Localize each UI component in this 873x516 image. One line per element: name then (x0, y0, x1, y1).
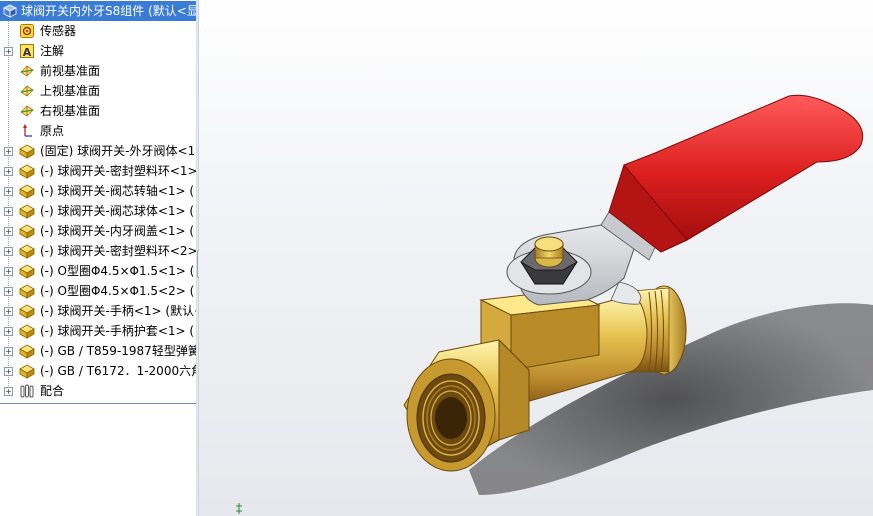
tree-item[interactable]: + (-) 球阀开关-密封塑料环<2> (0, 241, 196, 261)
tree-item[interactable]: + (-) 球阀开关-密封塑料环<1> ( (0, 161, 196, 181)
tree-item[interactable]: 原点 (0, 121, 196, 141)
expand-toggle-icon[interactable]: + (4, 247, 13, 256)
tree-item[interactable]: + (-) 球阀开关-阀芯转轴<1> ( (0, 181, 196, 201)
feature-manager-tree: 球阀开关内外牙S8组件 (默认<显 传感器 + A 注解前视基准面上视基准面右视基准面… (0, 0, 196, 516)
tree-item-label: (-) O型圈Φ4.5×Φ1.5<1> ( (40, 264, 195, 278)
sensor-icon (20, 24, 34, 38)
tree-item[interactable]: + (-) 球阀开关-内牙阀盖<1> ( (0, 221, 196, 241)
tree-item-label: (-) GB / T859-1987轻型弹簧 (40, 344, 196, 358)
part-icon (19, 244, 35, 259)
tree-item-label: 配合 (40, 384, 65, 398)
svg-text:A: A (23, 46, 32, 59)
tree-item[interactable]: + (-) 球阀开关-手柄护套<1> ( (0, 321, 196, 341)
expand-toggle-icon[interactable]: + (4, 387, 13, 396)
tree-item-label: (-) 球阀开关-密封塑料环<2> (40, 244, 196, 258)
expand-toggle-icon[interactable]: + (4, 287, 13, 296)
expand-toggle-icon[interactable]: + (4, 327, 13, 336)
plane-icon (20, 105, 34, 117)
tree-item[interactable]: + (-) 球阀开关-手柄<1> (默认< (0, 301, 196, 321)
origin-icon (23, 124, 32, 137)
tree-item-label: 原点 (40, 124, 65, 138)
tree-item[interactable]: + (-) GB / T859-1987轻型弹簧 (0, 341, 196, 361)
tree-item-label: (-) 球阀开关-内牙阀盖<1> ( (40, 224, 195, 238)
part-icon (19, 204, 35, 219)
expand-toggle-icon[interactable]: + (4, 187, 13, 196)
tree-item-label: 传感器 (40, 24, 77, 38)
part-icon (19, 344, 35, 359)
tree-item[interactable]: + 配合 (0, 381, 196, 401)
tree-item-label: (-) 球阀开关-手柄<1> (默认< (40, 304, 196, 318)
part-icon (19, 224, 35, 239)
part-icon (19, 164, 35, 179)
expand-toggle-icon[interactable]: + (4, 167, 13, 176)
expand-toggle-icon[interactable]: + (4, 367, 13, 376)
tree-item-label: (-) GB / T6172．1-2000六角 (40, 364, 196, 378)
tree-item[interactable]: + A 注解 (0, 41, 196, 61)
tree-item-label: (-) 球阀开关-手柄护套<1> ( (40, 324, 195, 338)
part-icon (19, 364, 35, 379)
tree-item-label: (-) 球阀开关-阀芯球体<1> ( (40, 204, 195, 218)
expand-toggle-icon[interactable]: + (4, 347, 13, 356)
expand-toggle-icon[interactable]: + (4, 227, 13, 236)
tree-root-label: 球阀开关内外牙S8组件 (默认<显 (21, 4, 196, 18)
part-icon (19, 304, 35, 319)
tree-item[interactable]: 前视基准面 (0, 61, 196, 81)
tree-root-assembly[interactable]: 球阀开关内外牙S8组件 (默认<显 (0, 1, 196, 21)
mates-icon (20, 384, 34, 398)
tree-item[interactable]: + (-) O型圈Φ4.5×Φ1.5<2> ( (0, 281, 196, 301)
ball-valve-model[interactable] (199, 0, 873, 516)
tree-item-label: (固定) 球阀开关-外牙阀体<1 (40, 144, 196, 158)
tree-item-label: 注解 (40, 44, 65, 58)
tree-item[interactable]: + (-) O型圈Φ4.5×Φ1.5<1> ( (0, 261, 196, 281)
tree-item-label: 上视基准面 (40, 84, 101, 98)
expand-toggle-icon[interactable]: + (4, 207, 13, 216)
tree-item[interactable]: + (-) GB / T6172．1-2000六角 (0, 361, 196, 381)
expand-toggle-icon[interactable]: + (4, 267, 13, 276)
tree-item[interactable]: 传感器 (0, 21, 196, 41)
annotation-icon: A (20, 44, 34, 59)
part-icon (19, 264, 35, 279)
tree-item-label: 前视基准面 (40, 64, 101, 78)
tree-item[interactable]: + (固定) 球阀开关-外牙阀体<1 (0, 141, 196, 161)
expand-toggle-icon[interactable]: + (4, 47, 13, 56)
plane-icon (20, 65, 34, 77)
tree-item[interactable]: 上视基准面 (0, 81, 196, 101)
expand-toggle-icon[interactable]: + (4, 307, 13, 316)
expand-toggle-icon[interactable]: + (4, 147, 13, 156)
tree-item[interactable]: 右视基准面 (0, 101, 196, 121)
tree-item[interactable]: + (-) 球阀开关-阀芯球体<1> ( (0, 201, 196, 221)
internal-thread-opening[interactable] (416, 373, 486, 463)
plane-icon (20, 85, 34, 97)
assembly-icon (3, 4, 17, 18)
part-icon (19, 144, 35, 159)
origin-triad-icon (236, 503, 242, 514)
tree-item-label: (-) O型圈Φ4.5×Φ1.5<2> ( (40, 284, 195, 298)
part-icon (19, 324, 35, 339)
part-icon (19, 284, 35, 299)
graphics-viewport[interactable] (199, 0, 873, 516)
tree-item-label: 右视基准面 (40, 104, 101, 118)
part-icon (19, 184, 35, 199)
tree-item-label: (-) 球阀开关-密封塑料环<1> ( (40, 164, 196, 178)
tree-bottom-separator (0, 403, 196, 404)
tree-item-label: (-) 球阀开关-阀芯转轴<1> ( (40, 184, 195, 198)
